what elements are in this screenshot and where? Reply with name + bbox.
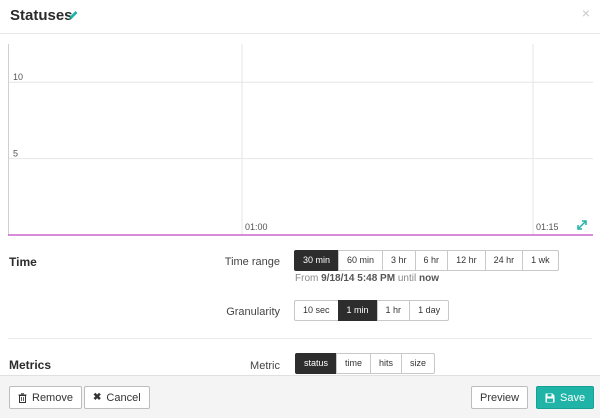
metric-option[interactable]: time (336, 353, 372, 374)
granularity-option[interactable]: 10 sec (294, 300, 339, 321)
granularity-label: Granularity (226, 306, 280, 318)
preview-button-label: Preview (480, 391, 520, 404)
close-icon[interactable]: × (582, 6, 590, 20)
chart-canvas: 5 10 01:00 01:15 (8, 44, 593, 236)
cancel-button-label: Cancel (106, 391, 141, 404)
time-range-option[interactable]: 30 min (294, 250, 340, 271)
granularity-option[interactable]: 1 day (409, 300, 450, 321)
from-value: 9/18/14 5:48 PM (321, 273, 396, 284)
remove-button[interactable]: Remove (9, 386, 82, 409)
time-range-selector: 30 min 60 min 3 hr 6 hr 12 hr 24 hr 1 wk (294, 250, 559, 271)
until-word: until (397, 273, 417, 284)
metric-option[interactable]: size (401, 353, 436, 374)
from-prefix: From (295, 273, 319, 284)
save-icon (545, 393, 555, 403)
preview-button[interactable]: Preview (471, 386, 529, 409)
time-range-option[interactable]: 24 hr (484, 250, 524, 271)
granularity-option[interactable]: 1 hr (376, 300, 411, 321)
time-section-label: Time (9, 255, 37, 269)
metric-option[interactable]: status (295, 353, 338, 374)
section-divider (8, 338, 592, 339)
pencil-icon[interactable] (67, 8, 79, 22)
y-tick-label: 5 (13, 149, 18, 159)
granularity-option[interactable]: 1 min (337, 300, 378, 321)
until-value: now (418, 273, 439, 284)
metrics-chart: 5 10 01:00 01:15 (8, 44, 593, 237)
cancel-button[interactable]: ✖ Cancel (84, 386, 150, 409)
metric-label: Metric (250, 360, 280, 372)
metric-selector: status time hits size (295, 353, 436, 374)
save-button[interactable]: Save (536, 386, 595, 409)
time-range-option[interactable]: 60 min (338, 250, 384, 271)
metrics-section-label: Metrics (9, 358, 52, 372)
save-button-label: Save (560, 391, 586, 404)
page-title: Statuses (10, 7, 73, 24)
time-range-option[interactable]: 3 hr (382, 250, 416, 271)
x-tick-label: 01:00 (245, 222, 268, 232)
modal-footer: Remove ✖ Cancel Preview Save (0, 375, 600, 418)
time-range-option[interactable]: 6 hr (414, 250, 449, 271)
metric-option[interactable]: hits (370, 353, 403, 374)
expand-icon[interactable] (576, 218, 588, 230)
x-tick-label: 01:15 (536, 222, 559, 232)
y-tick-label: 10 (13, 72, 23, 82)
remove-button-label: Remove (32, 391, 73, 404)
modal-header: Statuses × (0, 0, 600, 34)
close-icon: ✖ (93, 392, 102, 403)
trash-icon (18, 392, 27, 403)
time-range-summary: From 9/18/14 5:48 PM until now (295, 273, 439, 284)
time-range-option[interactable]: 12 hr (447, 250, 486, 271)
time-range-label: Time range (224, 256, 280, 268)
granularity-selector: 10 sec 1 min 1 hr 1 day (294, 300, 450, 321)
time-range-option[interactable]: 1 wk (522, 250, 559, 271)
